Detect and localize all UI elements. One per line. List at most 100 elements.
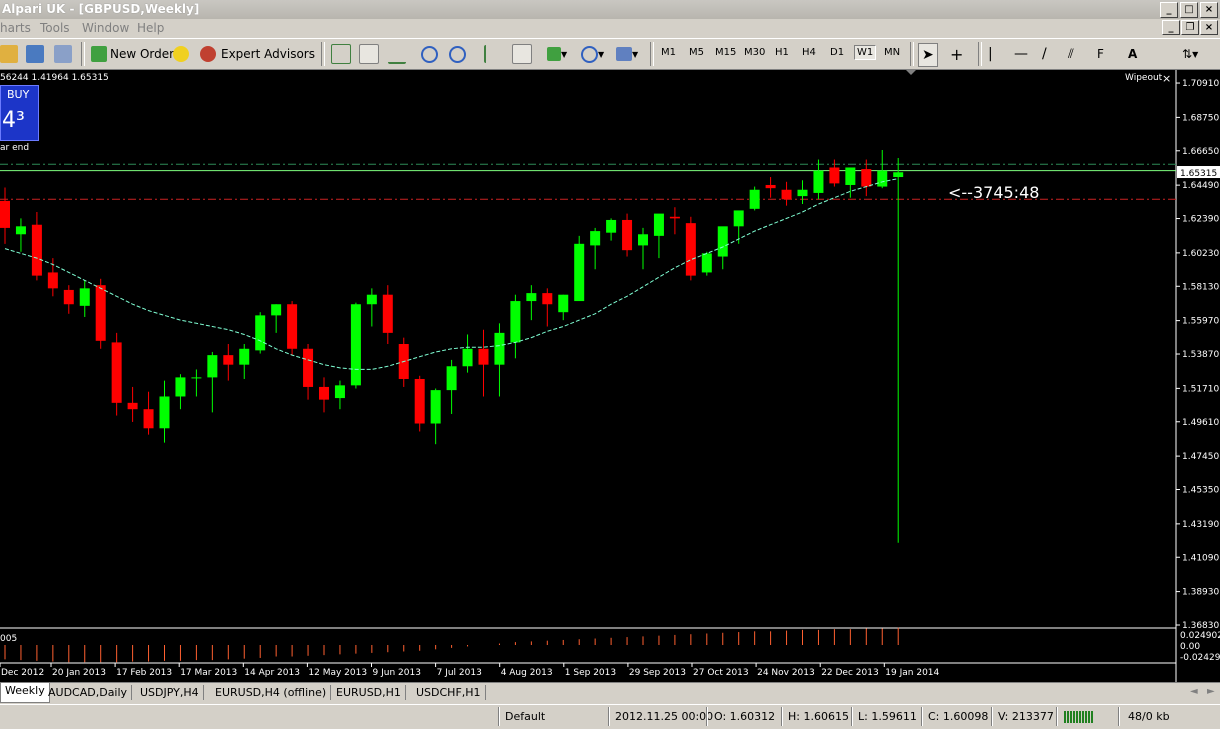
price-tick-label: 1.45350 [1182,486,1219,496]
periods-icon[interactable] [581,45,598,63]
tf-m30[interactable]: M30 [744,47,765,58]
candle-body [717,226,728,257]
moving-average-line [4,178,899,370]
candle-body [574,243,585,302]
candle-body [79,288,90,306]
channel-icon[interactable]: ⫽ [1068,47,1074,62]
bar-chart-icon[interactable] [331,44,351,64]
status-volume: V: 213377 [998,710,1054,723]
expert-advisors-button[interactable]: Expert Advisors [200,43,315,65]
tf-w1[interactable]: W1 [854,45,877,60]
trendline-icon[interactable]: / [1042,46,1047,62]
buy-button[interactable]: BUY 4³ [0,85,39,141]
price-tick-label: 1.53870 [1182,350,1219,360]
tf-d1[interactable]: D1 [830,47,844,58]
tab-scroll-right-icon[interactable]: ► [1207,686,1215,697]
menu-tools[interactable]: Tools [40,21,70,35]
menu-window[interactable]: Window [82,21,129,35]
chart-shift-icon[interactable] [512,44,532,64]
zoom-in-icon[interactable] [421,45,438,63]
status-high: H: 1.60615 [788,710,849,723]
candle-body [159,396,170,429]
candle-body [191,377,202,379]
tab-usdchf-h1[interactable]: USDCHF,H1 [412,685,486,700]
close-button[interactable]: × [1200,2,1218,18]
status-traffic: 48/0 kb [1128,710,1170,723]
indicator-tick-label: 0.024902 [1180,631,1220,641]
search-icon[interactable] [54,45,72,63]
tab-audcad-daily[interactable]: AUDCAD,Daily [44,685,133,700]
candle-body [207,355,218,378]
folder-icon[interactable] [0,45,18,63]
current-price-label: 1.65315 [1180,169,1217,179]
maximize-button[interactable]: □ [1180,2,1198,18]
text-icon[interactable]: A [1128,47,1137,61]
tf-m1[interactable]: M1 [661,47,676,58]
time-tick-label: 20 Jan 2013 [52,668,106,678]
time-tick-label: 27 Oct 2013 [693,668,749,678]
candle-body [622,219,633,251]
horizontal-line-icon[interactable]: — [1014,46,1028,62]
candle-body [15,226,26,235]
connection-icon [1064,711,1094,723]
minimize-button[interactable]: _ [1160,2,1178,18]
mdi-restore-button[interactable]: ❐ [1181,20,1199,35]
close-icon[interactable]: × [1162,72,1171,85]
status-datetime: 2012.11.25 00:00 [615,710,714,723]
autoscroll-icon[interactable] [484,45,504,63]
indicators-icon[interactable] [547,47,561,61]
indicator-label: 005 [0,634,17,644]
candle-body [382,294,393,333]
tf-mn[interactable]: MN [884,47,900,58]
arrows-icon[interactable]: ⇅ [1182,47,1192,61]
time-tick-label: 7 Jul 2013 [437,668,482,678]
candlestick-icon[interactable] [359,44,379,64]
new-order-button[interactable]: New Order [91,43,174,65]
tf-m5[interactable]: M5 [689,47,704,58]
chart-svg: 1.70910 1.68750 1.66650 1.64490 1.62390 1.602… [0,70,1220,682]
new-order-label: New Order [110,47,175,61]
fibonacci-icon[interactable]: F [1097,47,1104,61]
status-profile: Default [505,710,546,723]
line-chart-icon[interactable] [388,44,406,64]
window-title: Alpari UK - [GBPUSD,Weekly] [2,2,200,16]
candle-body [414,378,425,424]
candle-body [685,223,696,276]
indicator-tick-label: -0.024294 [1180,653,1220,663]
candle-body [829,167,840,184]
candle-body [223,355,234,365]
tab-usdjpy-h4[interactable]: USDJPY,H4 [136,685,204,700]
mdi-close-button[interactable]: × [1200,20,1218,35]
warning-icon[interactable] [173,46,189,62]
candle-body [350,304,361,386]
candle-body [111,342,122,403]
tf-m15[interactable]: M15 [715,47,736,58]
tab-eurusd-h4-offline[interactable]: EURUSD,H4 (offline) [211,685,332,700]
mdi-minimize-button[interactable]: _ [1162,20,1180,35]
candle-body [606,219,617,233]
tf-h4[interactable]: H4 [802,47,816,58]
time-tick-label: 24 Nov 2013 [757,668,815,678]
time-tick-label: Dec 2012 [1,668,44,678]
vertical-line-icon[interactable]: | [988,46,993,62]
price-tick-label: 1.66650 [1182,147,1219,157]
tf-h1[interactable]: H1 [775,47,789,58]
menu-help[interactable]: Help [137,21,164,35]
tab-scroll-left-icon[interactable]: ◄ [1190,686,1198,697]
cursor-icon[interactable]: ➤ [922,47,934,63]
candle-body [366,294,377,305]
menu-charts[interactable]: harts [0,21,31,35]
zoom-out-icon[interactable] [449,45,466,63]
candle-body [31,224,42,276]
candle-body [319,386,329,400]
templates-icon[interactable] [616,47,632,61]
candle-body [127,402,138,410]
chart-area[interactable]: 1.70910 1.68750 1.66650 1.64490 1.62390 1.602… [0,70,1220,682]
bar-end-label: ar end [0,143,30,153]
time-tick-label: 4 Aug 2013 [501,668,553,678]
window-icon[interactable] [26,45,44,63]
tab-gbpusd-weekly[interactable]: Weekly [0,683,50,703]
crosshair-icon[interactable]: + [950,45,963,64]
new-order-icon [91,46,107,62]
tab-eurusd-h1[interactable]: EURUSD,H1 [332,685,406,700]
